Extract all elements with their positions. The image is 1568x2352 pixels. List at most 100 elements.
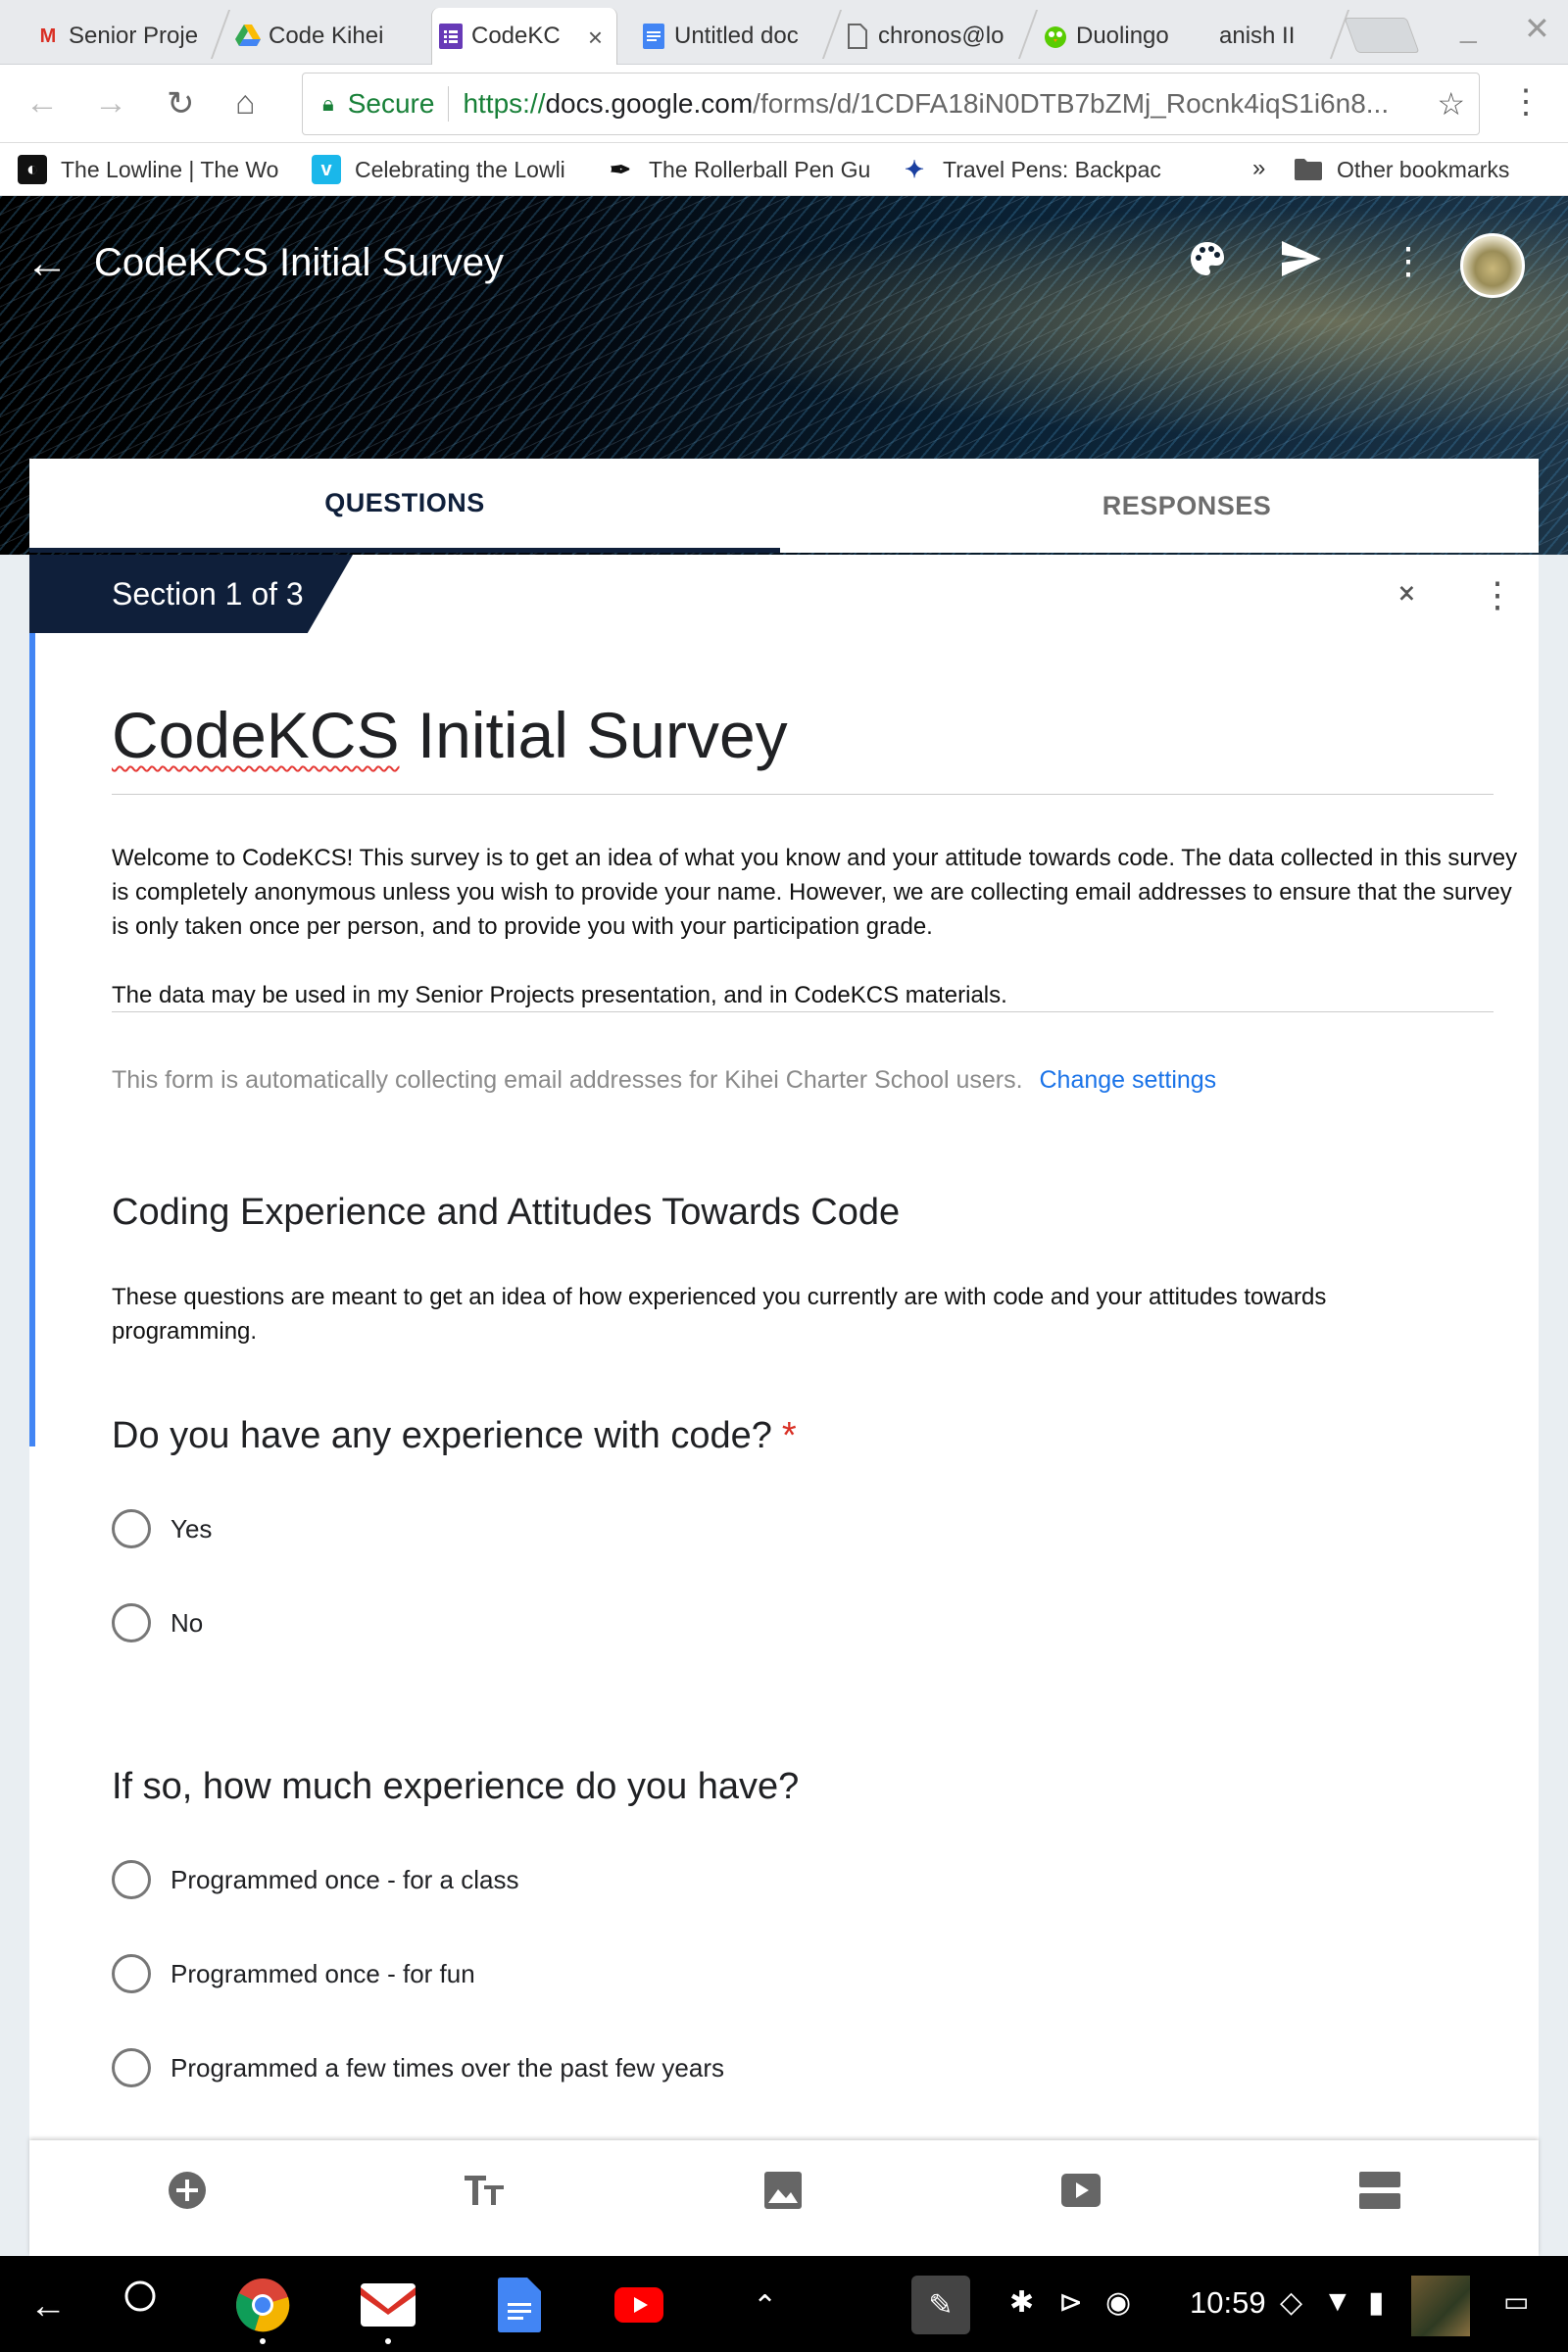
form-title-word: CodeKCS bbox=[112, 699, 400, 771]
radio-circle[interactable] bbox=[112, 2048, 151, 2087]
radio-circle[interactable] bbox=[112, 1954, 151, 1993]
minimize-window-icon[interactable]: _ bbox=[1460, 12, 1477, 45]
radio-option-fun[interactable]: Programmed once - for fun bbox=[112, 1954, 475, 1993]
forward-icon[interactable]: → bbox=[94, 84, 127, 122]
palette-icon[interactable] bbox=[1188, 239, 1227, 288]
gmail-app-icon[interactable] bbox=[361, 2278, 416, 2332]
question-text: Do you have any experience with code? bbox=[112, 1415, 772, 1456]
browser-tab-strip: M Senior Proje Code Kihei CodeKC × Untit… bbox=[0, 0, 1568, 65]
new-tab-button[interactable] bbox=[1344, 18, 1420, 53]
tab-spanish[interactable]: anish II bbox=[1219, 8, 1335, 65]
vimeo-icon: v bbox=[312, 155, 341, 184]
tab-label: Senior Proje bbox=[69, 23, 199, 49]
email-collection-note: This form is automatically collecting em… bbox=[112, 1066, 1216, 1095]
question-title[interactable]: If so, how much experience do you have? bbox=[112, 1766, 799, 1808]
tab-label: Duolingo bbox=[1076, 23, 1169, 49]
back-icon[interactable]: ← bbox=[25, 84, 59, 122]
bookmarks-overflow-icon[interactable]: » bbox=[1252, 155, 1265, 182]
subsection-description[interactable]: These questions are meant to get an idea… bbox=[112, 1280, 1464, 1348]
add-item-toolbar bbox=[29, 2140, 1539, 2256]
wifi-icon: ▼ bbox=[1323, 2285, 1352, 2318]
tab-label: Code Kihei bbox=[269, 23, 384, 49]
drive-icon bbox=[235, 24, 261, 49]
tab-code-kihei[interactable]: Code Kihei bbox=[229, 8, 421, 65]
shelf-back-icon[interactable]: ← bbox=[29, 2285, 67, 2328]
tab-label: chronos@lo bbox=[878, 23, 1004, 49]
add-title-icon[interactable] bbox=[465, 2170, 506, 2211]
collapse-section-icon[interactable]: ⌄ ⌃ bbox=[1394, 567, 1420, 620]
stylus-tools-icon[interactable]: ✎ bbox=[911, 2276, 970, 2334]
lowline-icon: ◐ bbox=[18, 155, 47, 184]
radio-circle[interactable] bbox=[112, 1603, 151, 1642]
expand-shelf-icon[interactable]: ⌃ bbox=[753, 2289, 777, 2324]
home-icon[interactable]: ⌂ bbox=[235, 84, 256, 122]
radio-option-yes[interactable]: Yes bbox=[112, 1509, 212, 1548]
tab-codekcs-form[interactable]: CodeKC × bbox=[431, 8, 617, 65]
add-video-icon[interactable] bbox=[1060, 2170, 1102, 2211]
option-label: Programmed a few times over the past few… bbox=[171, 2052, 725, 2082]
close-tab-icon[interactable]: × bbox=[588, 23, 603, 53]
bookmark-star-icon[interactable]: ☆ bbox=[1437, 85, 1465, 122]
back-arrow-icon[interactable]: ← bbox=[25, 239, 69, 288]
bookmark-travel-pens[interactable]: ✦ Travel Pens: Backpac bbox=[900, 155, 1172, 184]
form-description[interactable]: Welcome to CodeKCS! This survey is to ge… bbox=[112, 841, 1523, 1012]
clock[interactable]: 10:59 bbox=[1190, 2285, 1266, 2321]
user-avatar[interactable] bbox=[1411, 2276, 1470, 2336]
tab-responses[interactable]: RESPONSES bbox=[811, 459, 1562, 553]
youtube-app-icon[interactable] bbox=[612, 2278, 666, 2332]
launcher-icon[interactable] bbox=[123, 2279, 157, 2323]
tab-label: anish II bbox=[1219, 23, 1296, 49]
add-image-icon[interactable] bbox=[762, 2170, 804, 2211]
reload-icon[interactable]: ↻ bbox=[167, 84, 195, 123]
browser-toolbar: ← → ↻ ⌂ 🔒︎ Secure https://docs.google.co… bbox=[0, 65, 1568, 143]
form-tabs: QUESTIONS RESPONSES bbox=[29, 459, 1539, 553]
pen-icon: ✒ bbox=[610, 155, 631, 184]
tab-chronos[interactable]: chronos@lo bbox=[839, 8, 1021, 65]
section-menu-icon[interactable]: ⋮ bbox=[1480, 574, 1515, 615]
radio-circle[interactable] bbox=[112, 1860, 151, 1899]
add-question-icon[interactable] bbox=[167, 2170, 208, 2211]
overview-icon[interactable]: ▭ bbox=[1503, 2285, 1529, 2318]
send-icon[interactable] bbox=[1280, 239, 1323, 288]
add-section-icon[interactable] bbox=[1358, 2170, 1401, 2211]
radio-option-class[interactable]: Programmed once - for a class bbox=[112, 1860, 518, 1899]
change-settings-link[interactable]: Change settings bbox=[1040, 1066, 1217, 1094]
chrome-app-icon[interactable] bbox=[235, 2278, 290, 2332]
section-accent-bar bbox=[29, 633, 35, 1446]
radio-option-few-times[interactable]: Programmed a few times over the past few… bbox=[112, 2048, 724, 2087]
description-paragraph: The data may be used in my Senior Projec… bbox=[112, 982, 1007, 1008]
system-shelf: ← ⌃ ✎ ✱ ⊳ ◉ 10:59 ◇ ▼ ▮ ▭ bbox=[0, 2256, 1568, 2352]
other-bookmarks[interactable]: Other bookmarks bbox=[1294, 155, 1558, 184]
account-avatar[interactable] bbox=[1460, 233, 1525, 298]
question-title[interactable]: Do you have any experience with code? * bbox=[112, 1415, 797, 1457]
tab-questions[interactable]: QUESTIONS bbox=[29, 459, 780, 553]
tab-duolingo[interactable]: Duolingo bbox=[1037, 8, 1203, 65]
bird-icon: ✦ bbox=[904, 156, 925, 183]
radio-option-no[interactable]: No bbox=[112, 1603, 203, 1642]
battery-icon: ▮ bbox=[1368, 2286, 1385, 2319]
option-label: No bbox=[171, 1607, 204, 1638]
subsection-title[interactable]: Coding Experience and Attitudes Towards … bbox=[112, 1192, 900, 1234]
more-options-icon[interactable]: ⋮ bbox=[1390, 239, 1427, 283]
bookmark-celebrating[interactable]: v Celebrating the Lowli bbox=[312, 155, 584, 184]
lock-icon: 🔒︎ bbox=[322, 91, 334, 116]
bookmark-rollerball[interactable]: ✒ The Rollerball Pen Gu bbox=[606, 155, 878, 184]
address-bar[interactable]: 🔒︎ Secure https://docs.google.com/forms/… bbox=[302, 73, 1480, 135]
rotation-lock-icon: ◇ bbox=[1280, 2286, 1303, 2319]
running-indicator bbox=[260, 2338, 266, 2344]
browser-menu-icon[interactable]: ⋮ bbox=[1509, 82, 1543, 122]
secure-label: Secure bbox=[347, 88, 435, 119]
tab-label: Untitled doc bbox=[674, 23, 799, 49]
tab-senior-projects[interactable]: M Senior Proje bbox=[29, 8, 218, 65]
bookmark-label: Celebrating the Lowli bbox=[355, 156, 565, 182]
docs-app-icon[interactable] bbox=[492, 2278, 547, 2332]
email-note-text: This form is automatically collecting em… bbox=[112, 1066, 1023, 1094]
folder-icon bbox=[1294, 155, 1323, 184]
tab-untitled-doc[interactable]: Untitled doc bbox=[635, 8, 827, 65]
bookmark-lowline[interactable]: ◐ The Lowline | The Wo bbox=[18, 155, 292, 184]
form-title-rest: Initial Survey bbox=[399, 699, 788, 771]
close-window-icon[interactable]: ✕ bbox=[1524, 10, 1550, 47]
form-title[interactable]: CodeKCS Initial Survey bbox=[112, 698, 788, 772]
radio-circle[interactable] bbox=[112, 1509, 151, 1548]
duolingo-icon bbox=[1043, 24, 1068, 49]
